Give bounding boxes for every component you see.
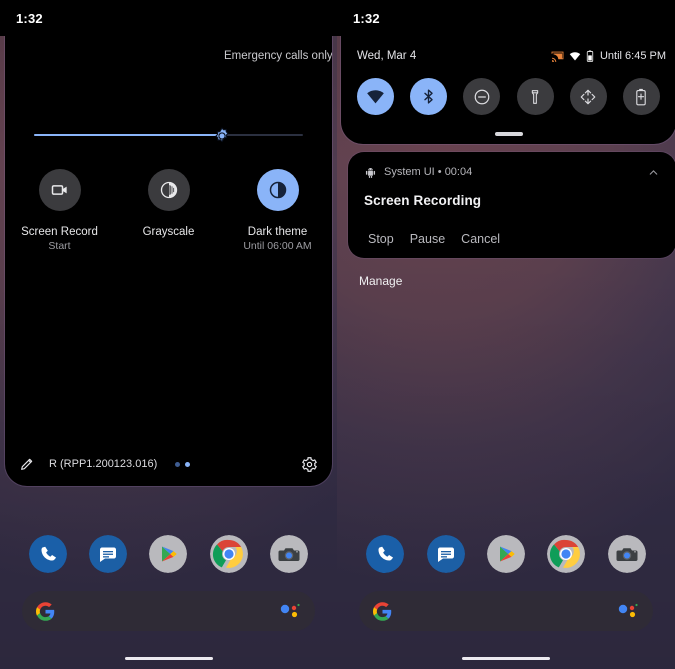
left-phone-screen: Emergency calls only Screen Record Start… xyxy=(0,0,337,669)
grayscale-icon xyxy=(159,180,179,200)
carrier-text: Emergency calls only xyxy=(224,50,332,62)
google-search-bar-right[interactable] xyxy=(359,591,653,631)
carrier-row: Emergency calls only xyxy=(5,47,332,65)
play-store-icon[interactable] xyxy=(149,535,188,573)
status-clock-left: 1:32 xyxy=(16,10,43,26)
dark-theme-icon xyxy=(268,180,288,200)
quick-settings-date: Wed, Mar 4 xyxy=(357,50,417,62)
wifi-icon xyxy=(569,51,581,61)
cancel-button[interactable]: Cancel xyxy=(453,228,508,250)
dock-left xyxy=(0,535,337,573)
tile-grayscale[interactable]: Grayscale xyxy=(114,169,223,253)
bluetooth-icon xyxy=(420,88,437,105)
toggle-auto-rotate[interactable] xyxy=(569,78,607,115)
quick-settings-panel-collapsed: Wed, Mar 4 Until 6:45 PM xyxy=(341,36,675,144)
android-icon xyxy=(364,166,377,179)
page-indicator-dots xyxy=(175,461,191,467)
google-g-icon xyxy=(36,601,55,621)
gear-icon[interactable] xyxy=(301,456,318,473)
battery-estimate-text: Until 6:45 PM xyxy=(599,50,666,62)
do-not-disturb-icon xyxy=(473,88,491,106)
screen-record-icon xyxy=(50,180,70,200)
flashlight-icon xyxy=(527,88,543,106)
chevron-up-icon[interactable] xyxy=(647,166,660,179)
quick-settings-footer: R (RPP1.200123.016) xyxy=(5,442,332,486)
google-search-bar-left[interactable] xyxy=(22,591,315,631)
play-store-icon[interactable] xyxy=(486,535,525,573)
toggle-flashlight[interactable] xyxy=(516,78,554,115)
tile-screen-record-sub: Start xyxy=(48,240,71,252)
status-icons-group: Until 6:45 PM xyxy=(551,50,666,62)
battery-icon xyxy=(586,50,594,62)
tile-screen-record[interactable]: Screen Record Start xyxy=(5,169,114,253)
notification-screen-recording[interactable]: System UI • 00:04 Screen Recording Stop … xyxy=(348,152,675,258)
phone-icon[interactable] xyxy=(366,535,405,573)
notification-header: System UI • 00:04 xyxy=(348,162,675,182)
toggle-wifi[interactable] xyxy=(357,78,394,115)
chrome-icon[interactable] xyxy=(547,535,586,573)
pencil-icon[interactable] xyxy=(19,456,35,472)
tile-dark-theme-circle[interactable] xyxy=(256,169,299,211)
status-clock-right: 1:32 xyxy=(353,10,380,26)
tile-grayscale-label: Grayscale xyxy=(142,226,195,238)
tile-dark-theme-label: Dark theme xyxy=(247,226,308,238)
messages-icon[interactable] xyxy=(426,535,465,573)
shade-drag-handle[interactable] xyxy=(494,132,523,136)
toggle-bluetooth[interactable] xyxy=(410,78,448,115)
toggle-do-not-disturb[interactable] xyxy=(463,78,501,115)
stop-button[interactable]: Stop xyxy=(360,228,402,250)
status-bar-left: 1:32 xyxy=(0,0,337,36)
quick-settings-panel-expanded: Emergency calls only Screen Record Start… xyxy=(5,36,332,486)
auto-rotate-icon xyxy=(579,88,597,106)
tile-grayscale-circle[interactable] xyxy=(147,169,190,211)
tile-dark-theme[interactable]: Dark theme Until 06:00 AM xyxy=(223,169,332,253)
google-g-icon xyxy=(373,601,392,621)
camera-icon[interactable] xyxy=(269,535,308,573)
camera-icon[interactable] xyxy=(607,535,646,573)
quick-settings-tiles: Screen Record Start Grayscale Dark theme… xyxy=(5,169,332,253)
phone-icon[interactable] xyxy=(29,535,68,573)
assistant-mic-icon[interactable] xyxy=(617,602,639,620)
brightness-slider[interactable] xyxy=(34,127,303,143)
tile-screen-record-label: Screen Record xyxy=(21,226,98,238)
manage-notifications-button[interactable]: Manage xyxy=(359,272,402,290)
page-dot-1[interactable] xyxy=(175,461,181,467)
notification-app-line: System UI • 00:04 xyxy=(384,166,473,178)
notification-title: Screen Recording xyxy=(364,193,482,208)
right-phone-screen: Manage System UI • 00:04 Screen Recordin… xyxy=(337,0,675,669)
toggle-battery-saver[interactable] xyxy=(622,78,660,115)
messages-icon[interactable] xyxy=(89,535,128,573)
dock-right xyxy=(337,535,675,573)
navigation-handle-right[interactable] xyxy=(462,657,550,660)
status-bar-right: 1:32 xyxy=(337,0,675,36)
cast-icon xyxy=(551,51,564,62)
page-dot-2[interactable] xyxy=(185,461,191,467)
pause-button[interactable]: Pause xyxy=(402,228,453,250)
brightness-fill xyxy=(34,134,223,136)
wifi-icon xyxy=(366,89,385,104)
dual-phone-screenshot: Emergency calls only Screen Record Start… xyxy=(0,0,675,669)
chrome-icon[interactable] xyxy=(209,535,248,573)
battery-saver-icon xyxy=(634,88,648,106)
brightness-thumb[interactable] xyxy=(213,127,231,145)
quick-settings-header: Wed, Mar 4 Until 6:45 PM xyxy=(357,50,666,62)
notification-actions: Stop Pause Cancel xyxy=(348,220,675,258)
quick-settings-toggles xyxy=(341,78,675,115)
build-number-text: R (RPP1.200123.016) xyxy=(49,458,158,470)
tile-dark-theme-sub: Until 06:00 AM xyxy=(243,240,312,252)
navigation-handle-left[interactable] xyxy=(124,657,213,660)
manage-label: Manage xyxy=(359,274,403,288)
assistant-mic-icon[interactable] xyxy=(279,602,301,620)
tile-screen-record-circle[interactable] xyxy=(38,169,81,211)
